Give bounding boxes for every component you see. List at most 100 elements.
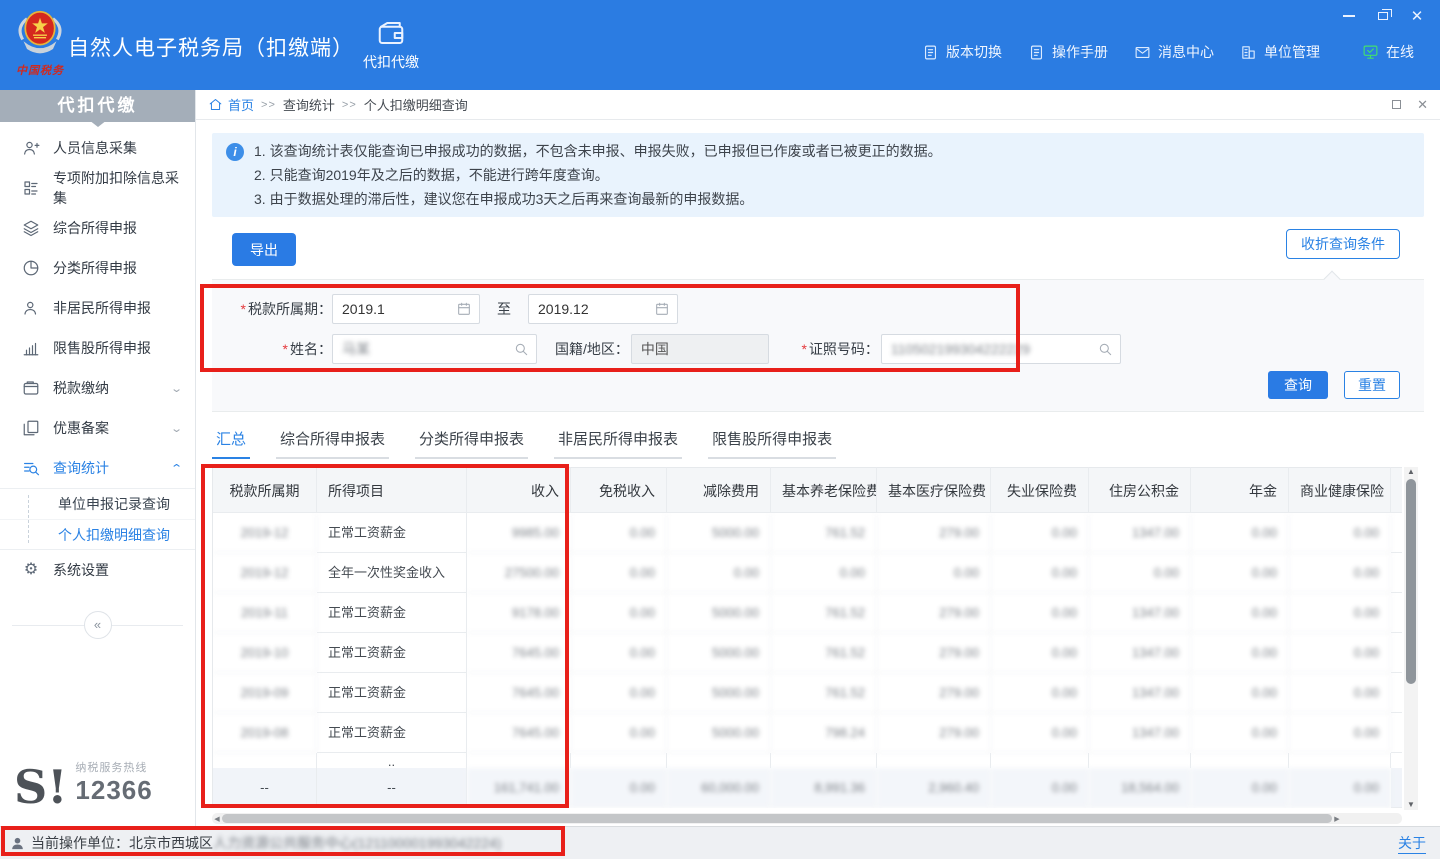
tab-分类所得申报表[interactable]: 分类所得申报表 — [415, 428, 528, 459]
window-controls: ✕ — [1342, 9, 1424, 23]
breadcrumb-home[interactable]: 首页 — [228, 95, 254, 114]
tab-综合所得申报表[interactable]: 综合所得申报表 — [276, 428, 389, 459]
sidebar-item-优惠备案[interactable]: 优惠备案⌄ — [0, 408, 195, 448]
content-restore-button[interactable] — [1392, 100, 1401, 109]
sidebar-item-专项附加扣除信息采集[interactable]: 专项附加扣除信息采集 — [0, 168, 195, 208]
cell-商业健康保险: 0.00 — [1289, 553, 1391, 593]
cell-所得项目: 正常工资薪金 — [317, 673, 467, 713]
reset-button[interactable]: 重置 — [1344, 371, 1400, 399]
hotline-label: 纳税服务热线 — [75, 759, 152, 775]
vertical-scroll-thumb[interactable] — [1406, 479, 1416, 684]
scroll-down-icon[interactable]: ▼ — [1407, 800, 1415, 810]
sidebar-subitem-单位申报记录查询[interactable]: 单位申报记录查询 — [0, 489, 195, 519]
cell-税款所属期: 2019-11 — [213, 593, 317, 633]
top-menu-消息中心[interactable]: 消息中心 — [1134, 42, 1214, 62]
top-menu: 版本切换 操作手册 消息中心 单位管理 在线 — [922, 42, 1414, 62]
search-icon[interactable] — [1097, 341, 1113, 357]
close-button[interactable]: ✕ — [1410, 9, 1424, 23]
mail-icon — [1134, 44, 1151, 61]
cell-基本养老保险费: 761.52 — [771, 593, 877, 633]
scroll-left-icon[interactable]: ◀ — [212, 815, 222, 823]
cell-基本养老保险费: 761.52 — [771, 513, 877, 553]
cell-年金 — [1191, 753, 1289, 768]
cell-收入: 9985.00 — [467, 513, 571, 553]
content-close-button[interactable]: ✕ — [1417, 97, 1428, 113]
id-number-label: 证照号码： — [809, 341, 879, 357]
id-number-input[interactable]: 110502199304222229 — [881, 334, 1121, 364]
table-row[interactable]: 2019-12正常工资薪金9985.000.005000.00761.52279… — [213, 513, 1402, 553]
cell-税延养老保险 — [1391, 633, 1402, 673]
cell-所得项目: -- — [317, 768, 467, 808]
sidebar-item-非居民所得申报[interactable]: 非居民所得申报 — [0, 288, 195, 328]
tab-限售股所得申报表[interactable]: 限售股所得申报表 — [708, 428, 836, 459]
sidebar-submenu: 单位申报记录查询个人扣缴明细查询 — [0, 488, 195, 550]
cell-减除费用 — [667, 753, 771, 768]
search-icon[interactable] — [513, 341, 529, 357]
calendar-icon[interactable] — [654, 301, 670, 317]
cell-基本医疗保险费 — [877, 753, 991, 768]
table-row[interactable]: 2019-11正常工资薪金9178.000.005000.00761.52279… — [213, 593, 1402, 633]
logo-text: 中国税务 — [12, 62, 68, 78]
filter-row-period: *税款所属期： 2019.1 至 2019.12 — [212, 294, 678, 324]
sidebar: 代扣代缴 人员信息采集专项附加扣除信息采集综合所得申报分类所得申报非居民所得申报… — [0, 90, 196, 826]
sidebar-item-系统设置[interactable]: ⚙系统设置 — [0, 550, 195, 590]
cell-所得项目: .. — [317, 753, 467, 768]
name-input[interactable]: 马某 — [332, 334, 537, 364]
minimize-button[interactable] — [1342, 9, 1356, 23]
wallet2-icon — [22, 379, 40, 397]
cell-收入: 7645.00 — [467, 673, 571, 713]
period-to-input[interactable]: 2019.12 — [528, 294, 678, 324]
export-button[interactable]: 导出 — [232, 233, 296, 266]
cell-减除费用: 60,000.00 — [667, 768, 771, 808]
collapse-filters-button[interactable]: 收折查询条件 — [1286, 229, 1400, 259]
search-button[interactable]: 查询 — [1268, 371, 1328, 399]
period-from-input[interactable]: 2019.1 — [332, 294, 480, 324]
restore-button[interactable] — [1376, 9, 1390, 23]
cell-减除费用: 5000.00 — [667, 713, 771, 753]
tab-非居民所得申报表[interactable]: 非居民所得申报表 — [554, 428, 682, 459]
top-menu-操作手册[interactable]: 操作手册 — [1028, 42, 1108, 62]
cell-商业健康保险: 0.00 — [1289, 513, 1391, 553]
tab-汇总[interactable]: 汇总 — [212, 428, 250, 459]
sidebar-item-查询统计[interactable]: 查询统计⌃ — [0, 448, 195, 488]
top-menu-单位管理[interactable]: 单位管理 — [1240, 42, 1320, 62]
person-icon — [22, 299, 40, 317]
cell-商业健康保险 — [1289, 753, 1391, 768]
table-row[interactable]: 2019-09正常工资薪金7645.000.005000.00761.52279… — [213, 673, 1402, 713]
online-icon — [1362, 44, 1379, 61]
cell-所得项目: 正常工资薪金 — [317, 633, 467, 673]
about-link[interactable]: 关于 — [1398, 833, 1426, 854]
table-row[interactable]: 2019-12全年一次性奖金收入27500.000.000.000.000.00… — [213, 553, 1402, 593]
breadcrumb-item[interactable]: 查询统计 — [283, 95, 335, 114]
tab-daikou-daijiao[interactable]: 代扣代缴 — [348, 16, 434, 72]
cell-税延养老保险 — [1391, 593, 1402, 633]
pie-icon — [22, 259, 40, 277]
top-menu-版本切换[interactable]: 版本切换 — [922, 42, 1002, 62]
scroll-up-icon[interactable]: ▲ — [1407, 467, 1415, 477]
sidebar-item-综合所得申报[interactable]: 综合所得申报 — [0, 208, 195, 248]
cell-失业保险费: 0.00 — [991, 553, 1089, 593]
cell-基本医疗保险费: 2,960.40 — [877, 768, 991, 808]
calendar-icon[interactable] — [456, 301, 472, 317]
sidebar-collapse-button[interactable]: « — [84, 611, 112, 639]
horizontal-scrollbar[interactable]: ◀ ▶ — [212, 813, 1402, 824]
table-row[interactable]: 2019-08正常工资薪金7645.000.005000.00798.24279… — [213, 713, 1402, 753]
doc-icon — [922, 44, 939, 61]
vertical-scrollbar[interactable]: ▲ ▼ — [1404, 467, 1418, 810]
table-row[interactable]: 2019-10正常工资薪金7645.000.005000.00761.52279… — [213, 633, 1402, 673]
cell-失业保险费: 0.00 — [991, 673, 1089, 713]
column-header-住房公积金: 住房公积金 — [1089, 467, 1191, 513]
sidebar-item-分类所得申报[interactable]: 分类所得申报 — [0, 248, 195, 288]
column-header-基本医疗保险费: 基本医疗保险费 — [877, 467, 991, 513]
scroll-right-icon[interactable]: ▶ — [1332, 815, 1342, 823]
period-to-label: 至 — [497, 299, 511, 319]
sidebar-subitem-个人扣缴明细查询[interactable]: 个人扣缴明细查询 — [0, 519, 195, 549]
chevron-down-icon: ⌄ — [170, 422, 183, 435]
horizontal-scroll-thumb[interactable] — [222, 814, 1332, 823]
main-tab-label: 代扣代缴 — [348, 52, 434, 72]
sidebar-item-税款缴纳[interactable]: 税款缴纳⌄ — [0, 368, 195, 408]
top-menu-在线[interactable]: 在线 — [1362, 42, 1414, 62]
id-number-value: 110502199304222229 — [891, 341, 1030, 357]
breadcrumb-item[interactable]: 个人扣缴明细查询 — [364, 95, 468, 114]
sidebar-item-限售股所得申报[interactable]: 限售股所得申报 — [0, 328, 195, 368]
